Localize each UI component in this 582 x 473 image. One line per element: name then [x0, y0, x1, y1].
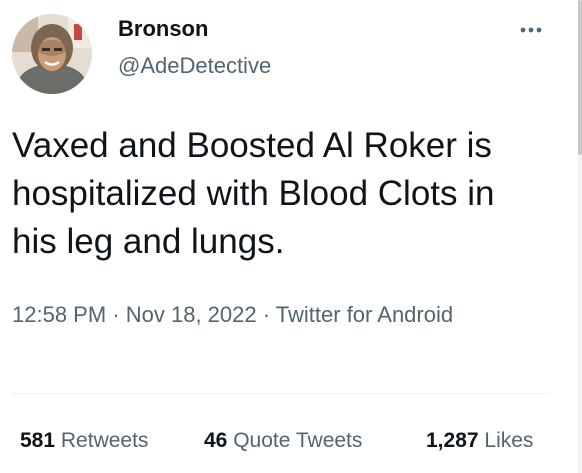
scrollbar[interactable] — [578, 0, 582, 473]
quote-tweets-label: Quote Tweets — [233, 429, 363, 452]
tweet-text: Vaxed and Boosted Al Roker is hospitaliz… — [12, 126, 495, 261]
scrollbar-thumb[interactable] — [578, 0, 582, 155]
tweet-metadata: 12:58 PM · Nov 18, 2022 · Twitter for An… — [12, 297, 482, 332]
divider — [12, 393, 550, 394]
tweet-date[interactable]: Nov 18, 2022 — [126, 302, 257, 327]
meta-separator: · — [112, 302, 120, 327]
author-handle[interactable]: @AdeDetective — [118, 53, 271, 79]
likes-label: Likes — [484, 429, 534, 452]
author-name[interactable]: Bronson — [118, 16, 208, 42]
likes-count: 1,287 — [426, 429, 479, 452]
retweets-stat[interactable]: 581 Retweets — [20, 425, 148, 457]
meta-separator: · — [262, 302, 271, 327]
more-options-button[interactable] — [514, 18, 548, 42]
more-horizontal-icon — [520, 27, 542, 33]
quote-tweets-count: 46 — [204, 429, 228, 452]
likes-stat[interactable]: 1,287 Likes — [426, 425, 533, 457]
tweet-source[interactable]: Twitter for Android — [276, 302, 453, 327]
tweet-card: Bronson @AdeDetective Vaxed and Boosted … — [0, 0, 582, 473]
avatar-image — [12, 14, 92, 94]
quote-tweets-stat[interactable]: 46 Quote Tweets — [204, 425, 362, 457]
tweet-time[interactable]: 12:58 PM — [12, 302, 106, 327]
retweets-count: 581 — [20, 429, 56, 452]
avatar[interactable] — [12, 14, 92, 94]
retweets-label: Retweets — [60, 429, 149, 452]
